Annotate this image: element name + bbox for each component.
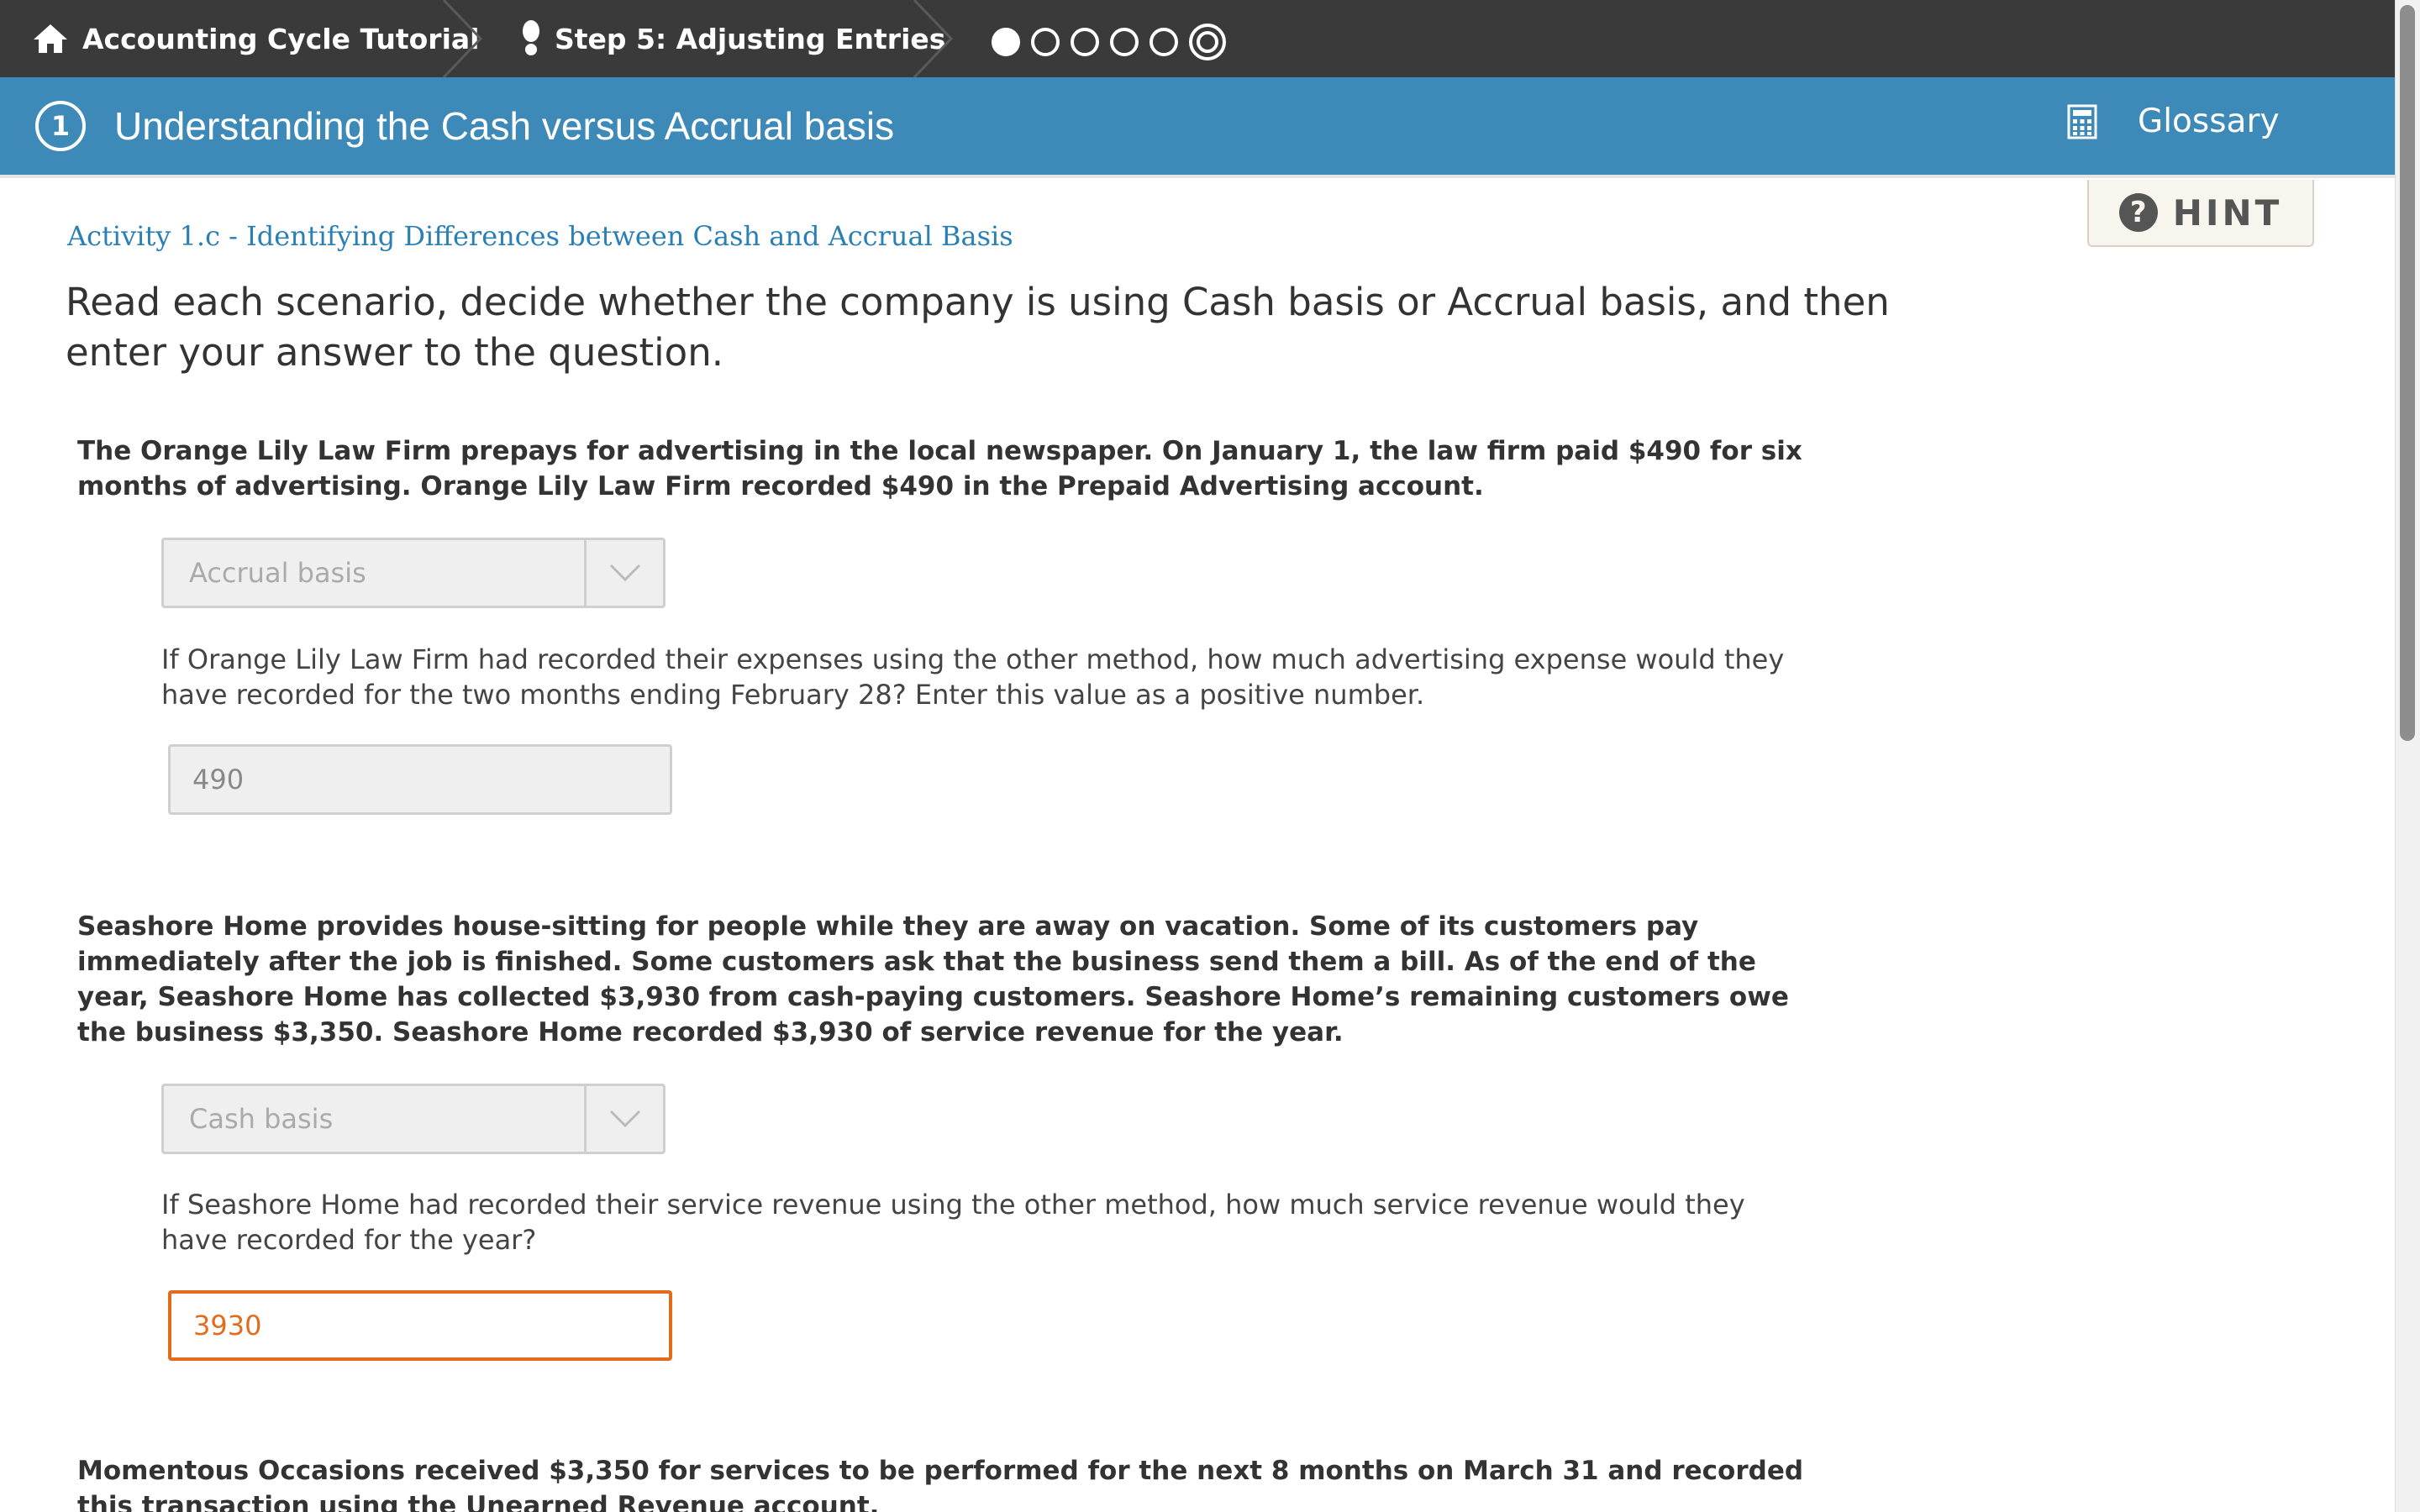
basis-select[interactable]: Accrual basis (161, 538, 666, 608)
question-mark-icon: ? (2118, 193, 2158, 232)
glossary-button[interactable]: Glossary (2067, 102, 2280, 140)
top-breadcrumb-bar: Accounting Cycle Tutorial Step 5: Adjust… (0, 0, 2420, 79)
section-title-bar: 1 Understanding the Cash versus Accrual … (0, 77, 2395, 175)
basis-select-value: Cash basis (189, 1103, 334, 1135)
hint-label: HINT (2172, 192, 2283, 234)
answer-input-focused[interactable]: 3930 (168, 1290, 672, 1361)
breadcrumb-step-label: Step 5: Adjusting Entries (555, 22, 946, 55)
question-text: If Orange Lily Law Firm had recorded the… (161, 643, 1785, 711)
progress-dot[interactable] (1150, 28, 1178, 56)
scrollbar-thumb[interactable] (2400, 5, 2415, 741)
chevron-down-icon[interactable] (584, 1086, 663, 1152)
activity-instructions: Read each scenario, decide whether the c… (66, 280, 1890, 375)
breadcrumb-separator (437, 0, 487, 79)
progress-dot[interactable] (1110, 28, 1139, 56)
hint-button[interactable]: ? HINT (2087, 180, 2314, 247)
question-text: If Seashore Home had recorded their serv… (161, 1189, 1745, 1256)
divider (0, 175, 2395, 178)
home-icon (32, 22, 69, 55)
basis-select[interactable]: Cash basis (161, 1084, 666, 1154)
footprint-icon (521, 19, 541, 58)
basis-select-value: Accrual basis (189, 557, 366, 589)
breadcrumb-step[interactable]: Step 5: Adjusting Entries (521, 0, 945, 77)
glossary-label: Glossary (2138, 102, 2280, 140)
activity-heading: Activity 1.c - Identifying Differences b… (67, 220, 1013, 252)
chevron-down-icon[interactable] (584, 540, 663, 606)
scenario-text: Momentous Occasions received $3,350 for … (77, 1456, 1804, 1512)
breadcrumb-home[interactable]: Accounting Cycle Tutorial (32, 0, 479, 77)
progress-dot[interactable] (1071, 28, 1099, 56)
scenario-text: Seashore Home provides house-sitting for… (77, 911, 1789, 1047)
answer-input[interactable]: 490 (168, 744, 672, 815)
progress-dot-completed[interactable] (992, 28, 1020, 56)
progress-dot[interactable] (1031, 28, 1060, 56)
page-title: Understanding the Cash versus Accrual ba… (114, 104, 895, 148)
scenario-text: The Orange Lily Law Firm prepays for adv… (77, 436, 1802, 501)
section-number-badge: 1 (35, 101, 86, 151)
breadcrumb-separator (908, 0, 958, 79)
calculator-icon (2067, 104, 2097, 139)
progress-indicator (992, 24, 1237, 60)
breadcrumb-home-label: Accounting Cycle Tutorial (82, 22, 480, 55)
progress-dot-current[interactable] (1189, 24, 1226, 60)
